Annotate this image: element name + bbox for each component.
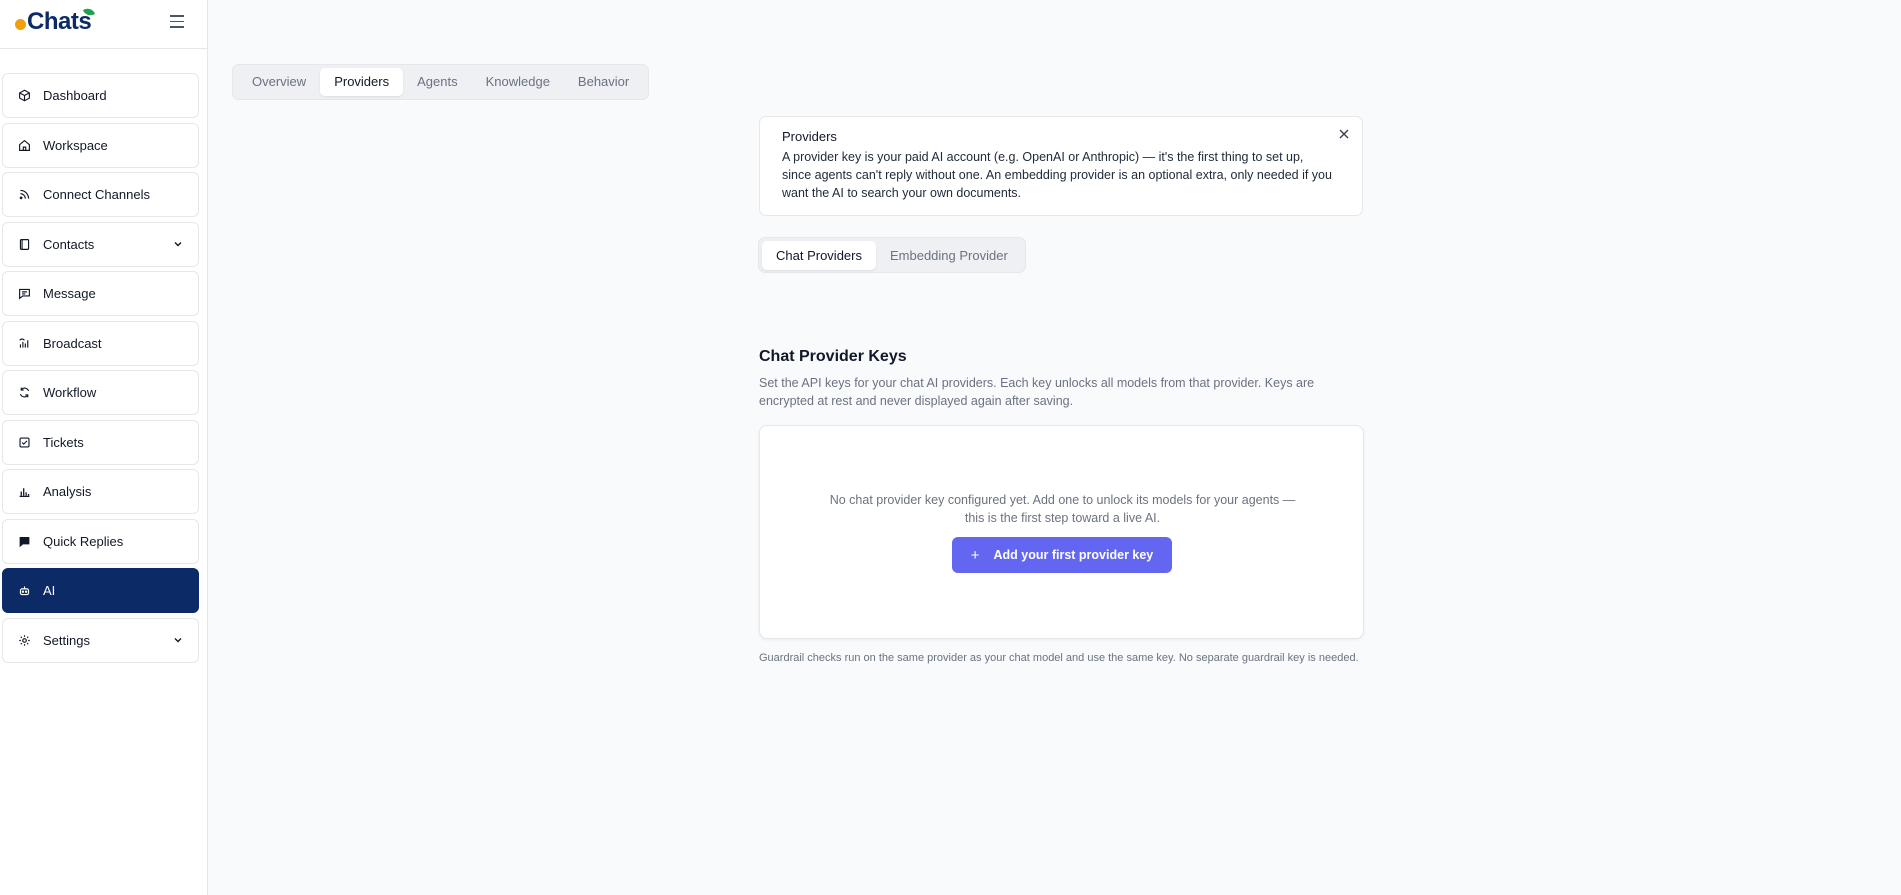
sidebar-item-workflow[interactable]: Workflow <box>2 370 199 415</box>
cube-icon <box>17 89 31 103</box>
home-icon <box>17 138 31 152</box>
sidebar-nav: Dashboard Workspace Connect Channels Con… <box>2 73 199 667</box>
sidebar-item-label: Dashboard <box>43 88 107 103</box>
empty-state-text: No chat provider key configured yet. Add… <box>829 493 1296 525</box>
brand-name: Chats <box>27 8 92 35</box>
sidebar-item-label: Analysis <box>43 484 92 499</box>
info-text: A provider key is your paid AI account (… <box>782 150 1332 200</box>
orange-logo-icon <box>15 19 26 30</box>
broadcast-icon <box>17 336 31 350</box>
sidebar-item-connect-channels[interactable]: Connect Channels <box>2 172 199 217</box>
sidebar-item-contacts[interactable]: Contacts <box>2 221 199 267</box>
sidebar-item-label: Broadcast <box>43 335 102 351</box>
sidebar-item-label: Quick Replies <box>43 533 124 549</box>
sidebar-item-label: Message <box>43 286 96 301</box>
add-provider-key-button[interactable]: + Add your first provider key <box>952 537 1172 573</box>
empty-state-card: No chat provider key configured yet. Add… <box>759 425 1364 639</box>
refresh-icon <box>17 386 31 400</box>
brand-header: Chats <box>0 0 207 49</box>
chat-bubble-icon <box>17 534 31 548</box>
info-title: Providers <box>782 129 837 144</box>
tab-providers[interactable]: Providers <box>320 68 404 96</box>
sidebar-item-dashboard[interactable]: Dashboard <box>2 73 199 118</box>
sidebar-item-label: Connect Channels <box>43 187 150 202</box>
sidebar-item-label: Workspace <box>43 137 108 153</box>
book-icon <box>17 237 31 251</box>
provider-type-tabs: Chat Providers Embedding Provider <box>758 237 1026 273</box>
providers-info-card: Providers A provider key is your paid AI… <box>759 116 1363 216</box>
tab-overview[interactable]: Overview <box>238 68 320 96</box>
logo[interactable]: Chats <box>15 6 96 35</box>
tab-embedding-provider[interactable]: Embedding Provider <box>876 241 1022 270</box>
sidebar-item-label: Workflow <box>43 385 97 400</box>
tab-behavior[interactable]: Behavior <box>564 68 643 96</box>
sidebar-item-settings[interactable]: Settings <box>2 617 199 663</box>
sidebar-item-ai[interactable]: AI <box>2 568 199 613</box>
sidebar-item-label: Tickets <box>43 434 84 450</box>
sidebar-item-workspace[interactable]: Workspace <box>2 122 199 168</box>
gear-icon <box>17 633 31 647</box>
tab-knowledge[interactable]: Knowledge <box>472 68 564 96</box>
tab-chat-providers[interactable]: Chat Providers <box>762 240 876 270</box>
chevron-down-icon <box>174 637 182 642</box>
sidebar-item-label: Settings <box>43 632 90 648</box>
guardrail-footnote: Guardrail checks run on the same provide… <box>759 652 1359 664</box>
message-icon <box>17 287 31 301</box>
sidebar-item-analysis[interactable]: Analysis <box>2 469 199 514</box>
rss-icon <box>17 188 31 202</box>
bar-chart-icon <box>17 485 31 499</box>
plus-icon: + <box>970 546 980 564</box>
ai-tabs: Overview Providers Agents Knowledge Beha… <box>232 64 650 100</box>
chevron-down-icon <box>174 241 182 246</box>
robot-icon <box>17 584 31 598</box>
menu-toggle-icon[interactable] <box>170 15 184 29</box>
checkbox-icon <box>17 435 31 449</box>
sidebar-item-label: AI <box>43 583 56 598</box>
sidebar-item-broadcast[interactable]: Broadcast <box>2 320 199 366</box>
sidebar-item-tickets[interactable]: Tickets <box>2 419 199 465</box>
close-icon[interactable] <box>1338 128 1350 140</box>
sidebar-item-message[interactable]: Message <box>2 271 199 316</box>
sidebar-item-label: Contacts <box>43 236 95 252</box>
sidebar-item-quick-replies[interactable]: Quick Replies <box>2 518 199 564</box>
sidebar: Chats Dashboard Workspace Connect Channe… <box>0 0 208 895</box>
add-provider-key-label: Add your first provider key <box>993 548 1154 562</box>
section-description: Set the API keys for your chat AI provid… <box>759 376 1315 408</box>
section-title: Chat Provider Keys <box>759 348 907 365</box>
tab-agents[interactable]: Agents <box>403 68 471 96</box>
